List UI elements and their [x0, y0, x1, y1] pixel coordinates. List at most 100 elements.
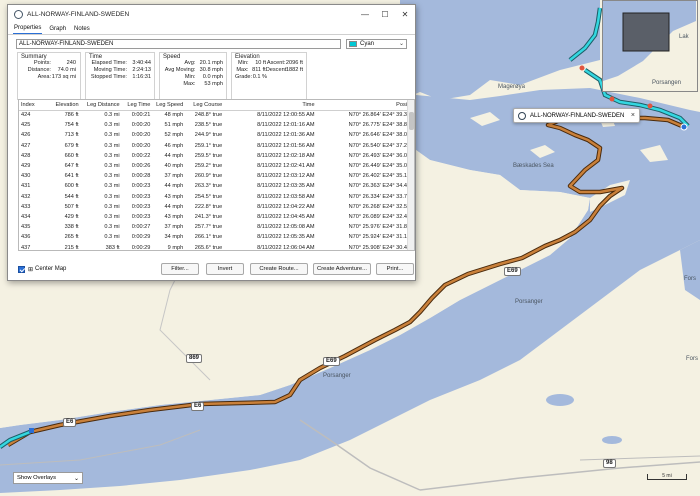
track-callout[interactable]: ALL-NORWAY-FINLAND-SWEDEN ×	[513, 108, 640, 123]
column-header-leg-course[interactable]: Leg Course	[185, 100, 225, 111]
column-header-leg-speed[interactable]: Leg Speed	[152, 100, 186, 111]
table-cell: N70° 26.449' E24° 35.0	[348, 163, 407, 170]
table-cell: 429	[21, 163, 31, 170]
table-cell: 8/11/2022 12:05:35 AM	[257, 234, 315, 241]
table-cell: 0:00:26	[131, 163, 151, 170]
table-cell: 507 ft	[64, 203, 79, 210]
table-row[interactable]: 427 679 ft 0.3 mi 0:00:20 46 mph 259.1° true 8…	[19, 141, 409, 151]
elevation-value: 811 ft	[252, 67, 266, 73]
table-cell: 44 mph	[164, 183, 184, 190]
table-cell: 434	[21, 213, 31, 220]
table-cell: N70° 25.908' E24° 30.4	[348, 244, 407, 251]
table-cell: 222.8° true	[194, 203, 223, 210]
track-icon	[14, 9, 23, 19]
table-cell: 46 mph	[164, 142, 184, 149]
column-header-index[interactable]: Index	[19, 100, 46, 111]
tab-properties[interactable]: Properties	[13, 25, 43, 34]
table-cell: 429 ft	[64, 213, 79, 220]
table-cell: 8/11/2022 12:02:41 AM	[257, 163, 315, 170]
create-adventure-button[interactable]: Create Adventure...	[313, 263, 371, 275]
scrollbar-thumb[interactable]	[409, 112, 414, 130]
table-cell: N70° 26.646' E24° 38.0	[348, 132, 407, 139]
speed-value: 20.1 mph	[199, 60, 223, 66]
table-cell: N70° 26.864' E24° 39.3	[348, 112, 407, 119]
invert-button[interactable]: Invert	[206, 263, 244, 275]
table-row[interactable]: 430 641 ft 0.3 mi 0:00:28 37 mph 260.9° true 8…	[19, 171, 409, 181]
close-icon[interactable]: ×	[631, 112, 635, 119]
minimize-button[interactable]: —	[355, 10, 375, 19]
table-row[interactable]: 429 647 ft 0.3 mi 0:00:26 40 mph 259.2° true 8…	[19, 161, 409, 171]
map-label-fors-2: Fors	[686, 356, 698, 362]
tab-graph[interactable]: Graph	[48, 26, 67, 34]
table-row[interactable]: 433 507 ft 0.3 mi 0:00:23 44 mph 222.8° true 8…	[19, 202, 409, 212]
map-label-porsanger-mid: Porsanger	[515, 299, 543, 305]
table-cell: 257.7° true	[194, 224, 223, 231]
overview-inset[interactable]: Lak Porsangen	[602, 0, 698, 92]
close-button[interactable]: ✕	[395, 10, 415, 19]
table-cell: 0:00:23	[131, 193, 151, 200]
table-cell: 265.6° true	[194, 244, 223, 251]
track-properties-window[interactable]: ALL-NORWAY-FINLAND-SWEDEN — ☐ ✕ Properti…	[7, 4, 416, 281]
elevation-label: Min:	[238, 60, 249, 66]
table-cell: 8/11/2022 12:02:18 AM	[257, 152, 315, 159]
summary-value: 74.0 mi	[57, 67, 76, 73]
maximize-button[interactable]: ☐	[375, 10, 395, 19]
column-header-position[interactable]: Posi	[316, 100, 409, 111]
table-row[interactable]: 425 754 ft 0.3 mi 0:00:20 51 mph 238.5° true 8…	[19, 120, 409, 130]
table-row[interactable]: 436 265 ft 0.3 mi 0:00:29 34 mph 266.1° true 8…	[19, 232, 409, 242]
table-cell: 0.3 mi	[104, 203, 120, 210]
elevation-label: Max:	[236, 67, 249, 73]
table-row[interactable]: 437 215 ft 383 ft 0:00:29 9 mph 265.6° true 8/…	[19, 242, 409, 251]
column-header-time[interactable]: Time	[224, 100, 317, 111]
table-row[interactable]: 428 660 ft 0.3 mi 0:00:22 44 mph 259.5° true 8…	[19, 151, 409, 161]
column-header-leg-distance[interactable]: Leg Distance	[80, 100, 122, 111]
track-name-input[interactable]: ALL-NORWAY-FINLAND-SWEDEN	[16, 38, 341, 49]
column-header-leg-time[interactable]: Leg Time	[121, 100, 153, 111]
table-cell: 259.2° true	[194, 163, 223, 170]
table-cell: 8/11/2022 12:01:36 AM	[257, 132, 315, 139]
create-route-button[interactable]: Create Route...	[250, 263, 308, 275]
table-cell: 0:00:27	[131, 224, 151, 231]
table-cell: N70° 25.976' E24° 31.8	[348, 224, 407, 231]
track-points-table[interactable]: Index Elevation Leg Distance Leg Time Le…	[18, 99, 415, 251]
table-cell: N70° 26.540' E24° 37.2	[348, 142, 407, 149]
table-cell: N70° 26.334' E24° 33.7	[348, 193, 407, 200]
time-label: Moving Time:	[93, 67, 127, 73]
table-cell: 244.9° true	[194, 132, 223, 139]
table-cell: 431	[21, 183, 31, 190]
stats-panel: Summary Points: 240 Distance: 74.0 mi Area…	[17, 52, 415, 100]
road-shield-e69-2: E69	[323, 357, 340, 366]
table-row[interactable]: 426 713 ft 0.3 mi 0:00:20 52 mph 244.9° true 8…	[19, 130, 409, 140]
table-cell: N70° 26.402' E24° 35.1	[348, 173, 407, 180]
color-select[interactable]: Cyan ⌄	[346, 38, 407, 49]
center-map-checkbox[interactable]	[18, 265, 25, 273]
overview-viewport	[622, 12, 670, 52]
show-overlays-select[interactable]: Show Overlays ⌄	[13, 472, 83, 484]
tab-notes[interactable]: Notes	[73, 26, 91, 34]
table-cell: 0:00:21	[131, 112, 151, 119]
table-row[interactable]: 424 786 ft 0.3 mi 0:00:21 48 mph 248.8° true 8…	[19, 110, 409, 120]
table-row[interactable]: 431 600 ft 0.3 mi 0:00:23 44 mph 263.3° true 8…	[19, 181, 409, 191]
time-value: 2:24:13	[132, 67, 151, 73]
table-cell: 0:00:29	[131, 234, 151, 241]
window-title: ALL-NORWAY-FINLAND-SWEDEN	[27, 10, 130, 18]
table-cell: 8/11/2022 12:01:16 AM	[257, 122, 315, 129]
window-titlebar[interactable]: ALL-NORWAY-FINLAND-SWEDEN — ☐ ✕	[8, 5, 415, 23]
chevron-down-icon: ⌄	[398, 41, 404, 47]
table-cell: 0:00:20	[131, 122, 151, 129]
table-row[interactable]: 432 544 ft 0.3 mi 0:00:23 43 mph 254.5° true 8…	[19, 192, 409, 202]
filter-button[interactable]: Filter...	[161, 263, 199, 275]
table-row[interactable]: 435 338 ft 0.3 mi 0:00:27 37 mph 257.7° true 8…	[19, 222, 409, 232]
table-cell: N70° 26.363' E24° 34.4	[348, 183, 407, 190]
table-cell: 259.1° true	[194, 142, 223, 149]
table-cell: 8/11/2022 12:04:22 AM	[257, 203, 315, 210]
column-header-elevation[interactable]: Elevation	[45, 100, 81, 111]
table-cell: 786 ft	[64, 112, 79, 119]
vertical-scrollbar[interactable]	[407, 100, 414, 250]
table-row[interactable]: 434 429 ft 0.3 mi 0:00:23 43 mph 241.3° true 8…	[19, 212, 409, 222]
map-label-baeskades: Bæskades Sea	[513, 163, 554, 169]
table-cell: 0:00:23	[131, 203, 151, 210]
print-button[interactable]: Print...	[376, 263, 414, 275]
table-cell: 0.3 mi	[104, 183, 120, 190]
table-cell: 8/11/2022 12:06:04 AM	[257, 244, 315, 251]
